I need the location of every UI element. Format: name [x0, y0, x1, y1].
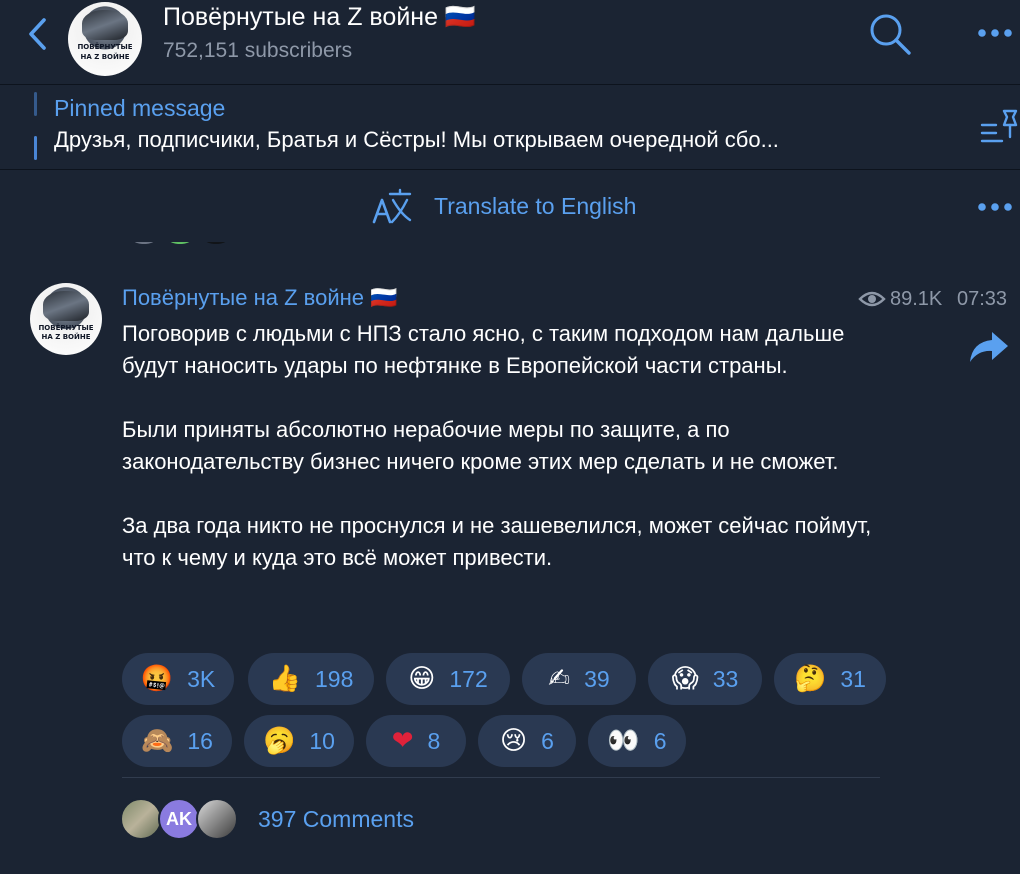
post-paragraph: За два года никто не проснулся и не заше…	[122, 513, 872, 570]
reaction-thumbs-up[interactable]: 👍 198	[248, 653, 374, 705]
reaction-writing-hand[interactable]: ✍ 39	[522, 653, 636, 705]
commenter-avatar	[196, 798, 238, 840]
reaction-count: 16	[187, 727, 213, 754]
message-feed[interactable]: ПОВЁРНУТЫЕ НА Z ВОЙНЕ Повёрнутые на Z во…	[0, 242, 1020, 874]
reaction-count: 10	[309, 727, 335, 754]
translate-button[interactable]: Translate to English	[368, 184, 688, 228]
reaction-count: 172	[449, 665, 488, 692]
angry-face-icon: 🤬	[140, 664, 174, 694]
post-author-name[interactable]: Повёрнутые на Z войне 🇷🇺	[122, 285, 398, 311]
pin-list-icon	[980, 109, 1018, 143]
writing-hand-icon: ✍	[548, 664, 571, 694]
post-paragraph: Поговорив с людьми с НПЗ стало ясно, с т…	[122, 321, 845, 378]
channel-title[interactable]: Повёрнутые на Z войне 🇷🇺	[163, 3, 476, 32]
reaction-count: 3K	[187, 665, 216, 692]
comments-button[interactable]: AK 397 Comments	[120, 795, 620, 845]
avatar-artwork	[82, 10, 128, 40]
see-no-evil-monkey-icon: 🙈	[141, 726, 174, 756]
reaction-count: 6	[653, 727, 667, 754]
partial-avatar	[200, 242, 232, 244]
pinned-text: Друзья, подписчики, Братья и Сёстры! Мы …	[54, 127, 779, 152]
reaction-count: 6	[541, 727, 554, 754]
reaction-angry[interactable]: 🤬 3K	[122, 653, 234, 705]
crying-face-icon: 😢	[500, 726, 528, 756]
pinned-indicator-segment	[34, 92, 37, 116]
commenter-avatar	[120, 798, 162, 840]
avatar-caption-line1: ПОВЁРНУТЫЕ	[38, 324, 94, 332]
eye-icon	[858, 291, 886, 307]
comments-count-label: 397 Comments	[258, 806, 414, 832]
reaction-count: 8	[427, 727, 441, 754]
reaction-yawn[interactable]: 🥱 10	[244, 715, 354, 767]
pinned-message-bar[interactable]: Pinned message Друзья, подписчики, Брать…	[0, 85, 1020, 169]
post-body: Поговорив с людьми с НПЗ стало ясно, с т…	[122, 318, 892, 574]
more-horizontal-icon	[978, 29, 1012, 37]
avatar-artwork	[43, 291, 89, 321]
thinking-face-icon: 🤔	[794, 664, 827, 694]
view-count: 89.1K	[890, 288, 943, 310]
eyes-icon: 👀	[607, 726, 640, 756]
reaction-crying[interactable]: 😢 6	[478, 715, 576, 767]
subscriber-count: 752,151 subscribers	[163, 39, 353, 62]
post-author-avatar[interactable]: ПОВЁРНУТЫЕ НА Z ВОЙНЕ	[30, 283, 102, 355]
more-horizontal-icon	[978, 203, 1012, 211]
reaction-scream[interactable]: 😱 33	[648, 653, 762, 705]
header-more-button[interactable]	[976, 18, 1016, 48]
pinned-indicator-active	[34, 136, 37, 160]
avatar-caption-line2: НА Z ВОЙНЕ	[80, 53, 130, 61]
post-paragraph: Были приняты абсолютно нерабочие меры по…	[122, 417, 839, 474]
channel-avatar[interactable]: ПОВЁРНУТЫЕ НА Z ВОЙНЕ	[68, 2, 142, 76]
reaction-grin[interactable]: 😁 172	[386, 653, 510, 705]
post-meta: 89.1K 07:33	[858, 287, 1020, 313]
share-button[interactable]	[968, 330, 1010, 364]
reaction-count: 33	[712, 665, 739, 692]
share-arrow-icon	[970, 332, 1008, 362]
avatar-caption-line2: НА Z ВОЙНЕ	[41, 333, 91, 341]
reaction-count: 198	[315, 665, 354, 692]
search-icon	[870, 14, 911, 55]
chevron-left-icon	[29, 18, 46, 50]
back-button[interactable]	[22, 14, 56, 54]
commenter-avatar: AK	[158, 798, 200, 840]
reaction-count: 31	[840, 665, 866, 692]
translate-more-button[interactable]	[976, 192, 1016, 222]
reaction-count: 39	[584, 665, 610, 692]
divider	[122, 777, 880, 778]
reaction-see-no-evil[interactable]: 🙈 16	[122, 715, 232, 767]
partial-avatar	[164, 242, 196, 244]
post-time: 07:33	[957, 288, 1008, 310]
previous-post-fragment	[124, 242, 244, 244]
translate-bar: Translate to English	[0, 170, 1020, 242]
reaction-thinking[interactable]: 🤔 31	[774, 653, 886, 705]
grinning-face-icon: 😁	[408, 664, 436, 694]
pinned-label: Pinned message	[54, 95, 226, 121]
pinned-list-button[interactable]	[980, 105, 1020, 149]
translate-icon	[372, 188, 412, 224]
partial-avatar	[128, 242, 160, 244]
thumbs-up-icon: 👍	[268, 664, 301, 694]
avatar-caption-line1: ПОВЁРНУТЫЕ	[77, 43, 133, 51]
yawning-face-icon: 🥱	[263, 726, 296, 756]
heart-icon: ❤	[391, 726, 414, 756]
channel-header: ПОВЁРНУТЫЕ НА Z ВОЙНЕ Повёрнутые на Z во…	[0, 0, 1020, 84]
reaction-heart[interactable]: ❤ 8	[366, 715, 466, 767]
search-button[interactable]	[866, 10, 914, 58]
translate-label: Translate to English	[434, 193, 637, 219]
reaction-eyes[interactable]: 👀 6	[588, 715, 686, 767]
screaming-face-icon: 😱	[671, 664, 699, 694]
